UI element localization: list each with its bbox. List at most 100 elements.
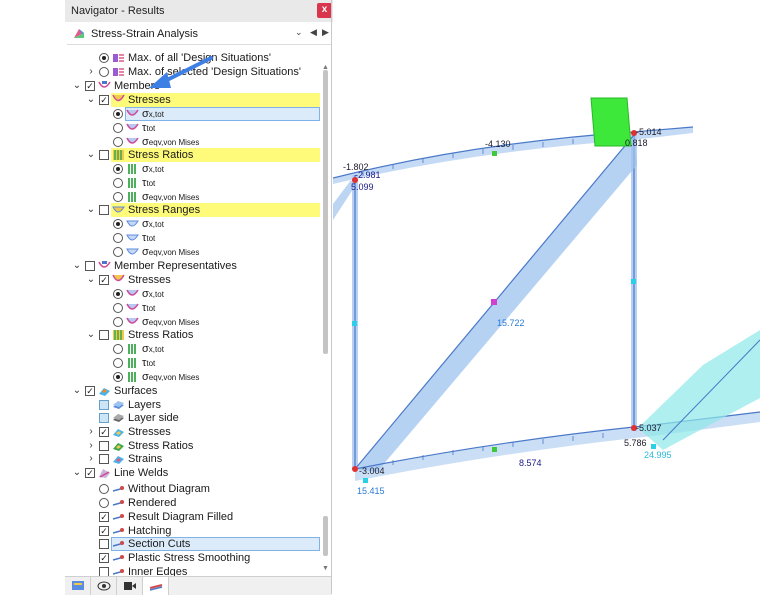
radio-button[interactable] <box>113 344 123 354</box>
radio-button[interactable] <box>113 233 123 243</box>
tree-item-section-cuts[interactable]: Section Cuts <box>65 537 321 551</box>
tree-item-member-stresses[interactable]: ⌄ ✓ Stresses <box>65 93 321 107</box>
scroll-down-icon[interactable]: ▼ <box>322 565 329 572</box>
checkbox[interactable]: ✓ <box>85 386 95 396</box>
tree-item-layers[interactable]: Layers <box>65 398 321 412</box>
tree-item-rep-sigma-von-mises[interactable]: σeqv,von Mises <box>65 315 321 329</box>
scrollbar-thumb[interactable] <box>323 70 328 354</box>
radio-button[interactable] <box>99 53 109 63</box>
chevron-right-icon[interactable]: › <box>86 452 96 466</box>
results-type-combo[interactable]: Stress-Strain Analysis ⌄ ◀ ▶ <box>67 24 331 45</box>
tree-item-range-sigma-von-mises[interactable]: σeqv,von Mises <box>65 245 321 259</box>
tree-item-surface-strains[interactable]: › Strains <box>65 452 321 466</box>
tree-item-range-sigma-x-tot[interactable]: σx,tot <box>65 217 321 231</box>
tab-display[interactable] <box>91 577 117 595</box>
checkbox[interactable]: ✓ <box>99 512 109 522</box>
chevron-down-icon[interactable]: ⌄ <box>86 328 96 342</box>
tree-item-ratio-tau-tot[interactable]: τtot <box>65 176 321 190</box>
tree-item-ratio-sigma-von-mises[interactable]: σeqv,von Mises <box>65 190 321 204</box>
checkbox[interactable]: ✓ <box>99 553 109 563</box>
tab-results[interactable] <box>143 577 169 595</box>
tree-item-rep-tau-tot[interactable]: τtot <box>65 301 321 315</box>
tree-item-surface-stresses[interactable]: › ✓ Stresses <box>65 425 321 439</box>
tree-item-plastic-stress-smoothing[interactable]: ✓ Plastic Stress Smoothing <box>65 551 321 565</box>
close-button[interactable]: x <box>317 3 332 18</box>
radio-button[interactable] <box>113 247 123 257</box>
radio-button[interactable] <box>113 219 123 229</box>
tree-item-inner-edges[interactable]: Inner Edges <box>65 565 321 576</box>
tree-item-tau-tot[interactable]: τtot <box>65 121 321 135</box>
chevron-right-icon[interactable]: › <box>86 439 96 453</box>
radio-button[interactable] <box>99 484 109 494</box>
chevron-down-icon[interactable]: ⌄ <box>86 93 96 107</box>
radio-button[interactable] <box>113 123 123 133</box>
checkbox[interactable] <box>99 441 109 451</box>
checkbox[interactable]: ✓ <box>99 427 109 437</box>
radio-button[interactable] <box>113 372 123 382</box>
tree-item-rendered[interactable]: Rendered <box>65 496 321 510</box>
tree-item-sigma-von-mises[interactable]: σeqv,von Mises <box>65 135 321 149</box>
tree-item-surface-stress-ratios[interactable]: › Stress Ratios <box>65 439 321 453</box>
radio-button[interactable] <box>113 317 123 327</box>
radio-button[interactable] <box>113 109 123 119</box>
checkbox[interactable]: ✓ <box>99 95 109 105</box>
radio-button[interactable] <box>113 303 123 313</box>
radio-button[interactable] <box>113 289 123 299</box>
tree-item-sigma-x-tot[interactable]: σx,tot <box>65 107 321 121</box>
tree-item-rep-stress-ratios[interactable]: ⌄ Stress Ratios <box>65 328 321 342</box>
next-icon[interactable]: ▶ <box>322 27 329 38</box>
chevron-down-icon[interactable]: ⌄ <box>86 273 96 287</box>
tree-scrollbar[interactable]: ▲ ▼ <box>322 64 330 572</box>
chevron-down-icon[interactable]: ⌄ <box>86 203 96 217</box>
chevron-down-icon[interactable]: ⌄ <box>72 79 82 93</box>
chevron-down-icon[interactable]: ⌄ <box>86 148 96 162</box>
checkbox[interactable]: ✓ <box>85 81 95 91</box>
tree-item-member-stress-ratios[interactable]: ⌄ Stress Ratios <box>65 148 321 162</box>
checkbox[interactable] <box>99 150 109 160</box>
tree-item-range-tau-tot[interactable]: τtot <box>65 231 321 245</box>
radio-button[interactable] <box>113 164 123 174</box>
checkbox[interactable] <box>99 400 109 410</box>
checkbox[interactable]: ✓ <box>85 468 95 478</box>
model-view[interactable]: -1.802 -2.981 5.099 -4.130 -5.014 0.818 … <box>333 0 760 594</box>
checkbox[interactable]: ✓ <box>99 275 109 285</box>
chevron-down-icon[interactable]: ⌄ <box>72 384 82 398</box>
tree-item-member-stress-ranges[interactable]: ⌄ Stress Ranges <box>65 203 321 217</box>
checkbox[interactable] <box>99 205 109 215</box>
checkbox[interactable] <box>99 454 109 464</box>
checkbox[interactable] <box>99 413 109 423</box>
scrollbar-thumb-lower[interactable] <box>323 516 328 556</box>
radio-button[interactable] <box>113 137 123 147</box>
tree-item-hatching[interactable]: ✓ Hatching <box>65 524 321 538</box>
chevron-down-icon[interactable]: ⌄ <box>72 259 82 273</box>
radio-button[interactable] <box>99 498 109 508</box>
tree-item-rep-ratio-tau-tot[interactable]: τtot <box>65 356 321 370</box>
radio-button[interactable] <box>113 358 123 368</box>
radio-button[interactable] <box>113 192 123 202</box>
tree-item-member-representatives[interactable]: ⌄ Member Representatives <box>65 259 321 273</box>
chevron-down-icon[interactable]: ⌄ <box>295 27 303 38</box>
chevron-right-icon[interactable]: › <box>86 425 96 439</box>
checkbox[interactable] <box>99 567 109 576</box>
tree-item-surfaces[interactable]: ⌄ ✓ Surfaces <box>65 384 321 398</box>
checkbox[interactable] <box>99 539 109 549</box>
checkbox[interactable] <box>99 330 109 340</box>
checkbox[interactable] <box>85 261 95 271</box>
tree-item-line-welds[interactable]: ⌄ ✓ Line Welds <box>65 466 321 480</box>
tree-item-rep-sigma-x-tot[interactable]: σx,tot <box>65 287 321 301</box>
chevron-down-icon[interactable]: ⌄ <box>72 466 82 480</box>
tree-item-ratio-sigma-x-tot[interactable]: σx,tot <box>65 162 321 176</box>
tab-data[interactable] <box>65 577 91 595</box>
radio-button[interactable] <box>99 67 109 77</box>
previous-icon[interactable]: ◀ <box>310 27 317 38</box>
checkbox[interactable]: ✓ <box>99 526 109 536</box>
tab-views[interactable] <box>117 577 143 595</box>
radio-button[interactable] <box>113 178 123 188</box>
tree-item-without-diagram[interactable]: Without Diagram <box>65 482 321 496</box>
tree-item-layer-side[interactable]: Layer side <box>65 411 321 425</box>
tree-item-result-diagram-filled[interactable]: ✓ Result Diagram Filled <box>65 510 321 524</box>
chevron-right-icon[interactable]: › <box>86 65 96 79</box>
tree-item-rep-ratio-sigma-von-mises[interactable]: σeqv,von Mises <box>65 370 321 384</box>
tree-item-rep-stresses[interactable]: ⌄ ✓ Stresses <box>65 273 321 287</box>
tree-item-rep-ratio-sigma-x-tot[interactable]: σx,tot <box>65 342 321 356</box>
